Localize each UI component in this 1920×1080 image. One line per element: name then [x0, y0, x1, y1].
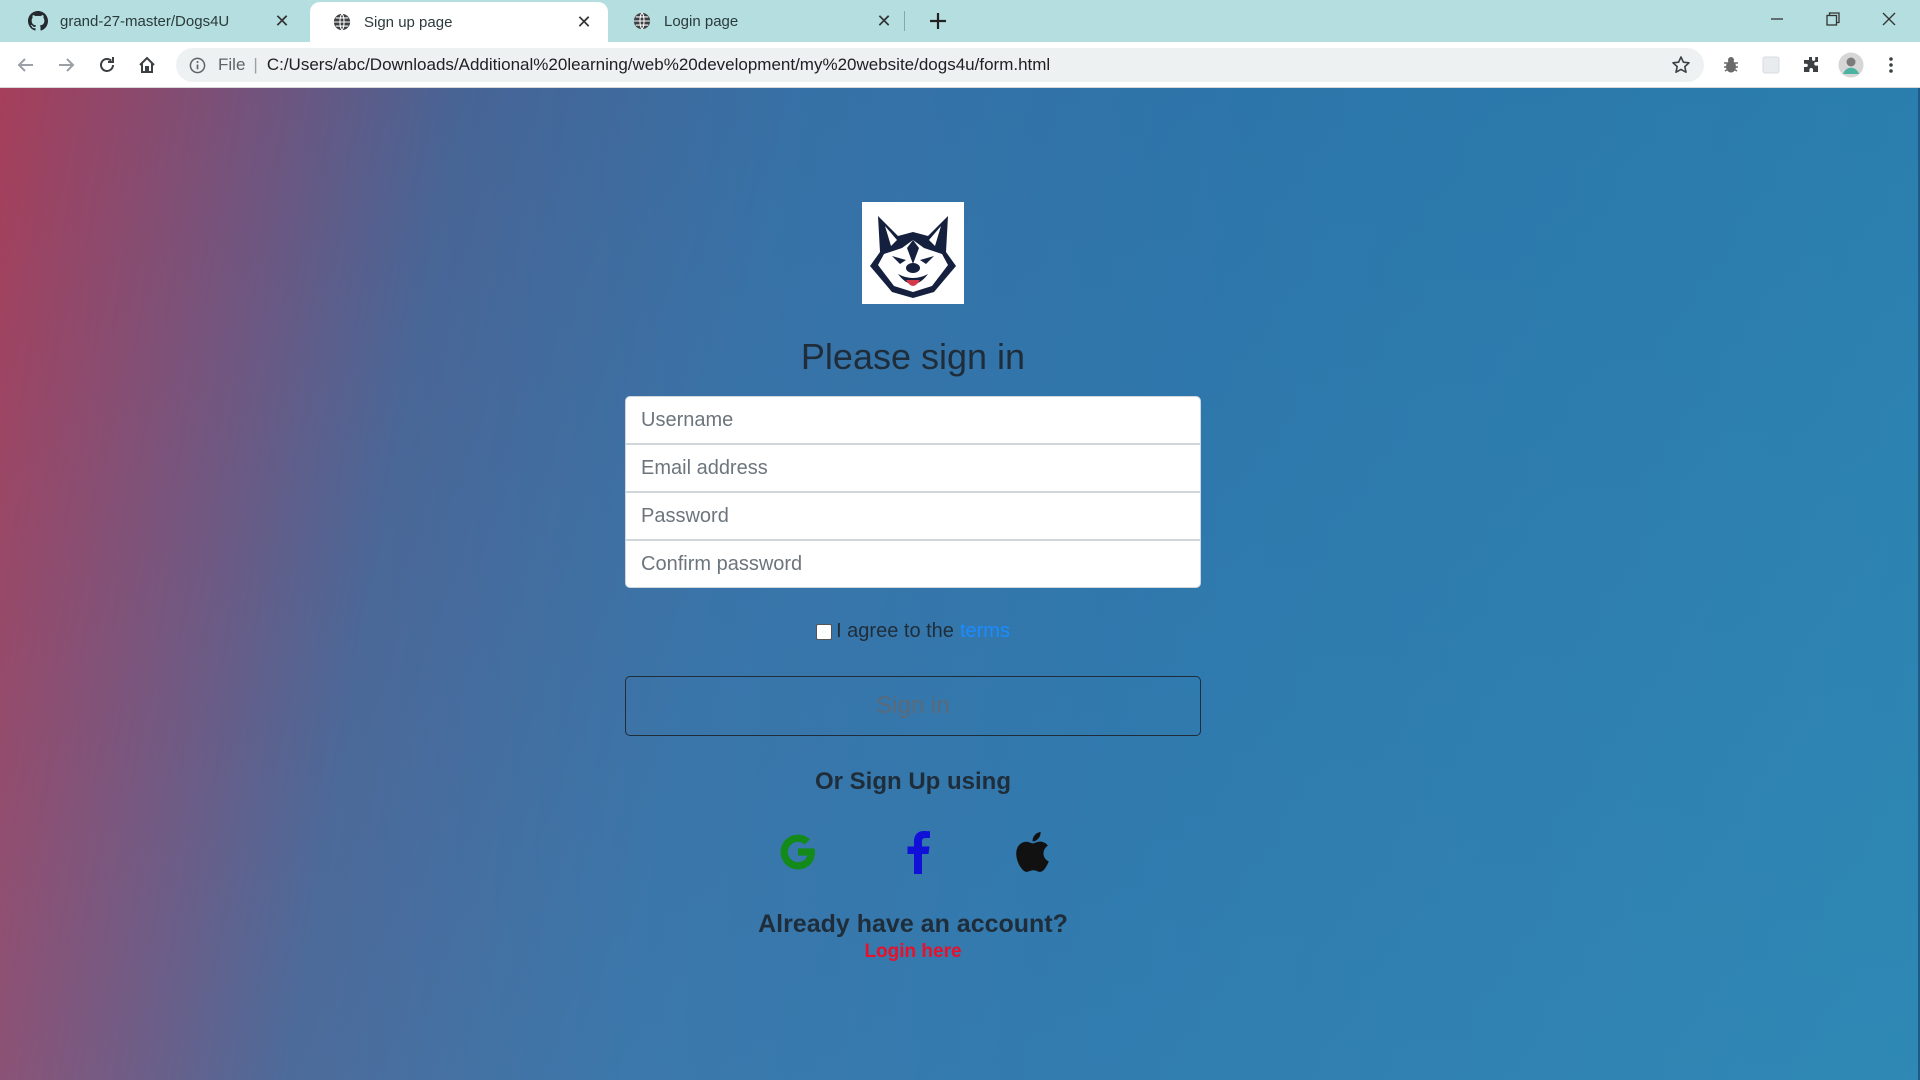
tab-sign-up[interactable]: Sign up page ✕: [310, 2, 608, 42]
reload-icon: [100, 57, 114, 72]
minimize-icon: [1771, 18, 1783, 20]
agree-label: I agree to the: [836, 620, 954, 642]
address-bar[interactable]: File | C:/Users/abc/Downloads/Additional…: [176, 48, 1704, 82]
page-title: Please sign in: [800, 336, 1026, 377]
tab-title: Sign up page: [364, 13, 453, 31]
url-divider: |: [253, 55, 258, 74]
globe-icon: [332, 12, 352, 32]
url-scheme: File: [218, 55, 246, 74]
login-link[interactable]: Login here: [0, 941, 1826, 963]
already-account-label: Already have an account?: [758, 910, 1068, 938]
info-icon[interactable]: [188, 56, 206, 74]
arrow-left-icon: [17, 58, 33, 72]
url-text[interactable]: C:/Users/abc/Downloads/Additional%20lear…: [267, 55, 1050, 75]
bug-extension-icon[interactable]: [1718, 52, 1744, 78]
google-icon[interactable]: [774, 828, 822, 876]
password-field[interactable]: [625, 492, 1201, 540]
facebook-icon[interactable]: [894, 828, 942, 876]
tab-separator: [904, 11, 905, 31]
agree-checkbox[interactable]: [816, 623, 833, 640]
reload-button[interactable]: [91, 49, 123, 81]
tab-github[interactable]: grand-27-master/Dogs4U ✕: [6, 0, 306, 42]
close-window-button[interactable]: [1860, 0, 1918, 38]
home-icon: [139, 56, 155, 73]
globe-icon: [632, 11, 652, 31]
back-button[interactable]: [10, 49, 42, 81]
new-tab-button[interactable]: [924, 7, 952, 35]
close-icon[interactable]: ✕: [574, 12, 594, 32]
restore-icon: [1826, 12, 1840, 26]
tab-strip: grand-27-master/Dogs4U ✕ Sign up page ✕ …: [0, 0, 1920, 42]
minimize-button[interactable]: [1748, 0, 1806, 38]
email-field[interactable]: [625, 444, 1201, 492]
bookmark-star-icon[interactable]: [1670, 54, 1692, 76]
terms-row: I agree to the terms: [0, 620, 1826, 643]
tab-login[interactable]: Login page ✕: [610, 0, 908, 42]
menu-kebab-icon[interactable]: [1878, 52, 1904, 78]
page-viewport: Please sign in I agree to the terms Sign…: [0, 88, 1920, 1080]
apple-icon[interactable]: [1008, 828, 1056, 876]
husky-logo: [862, 202, 964, 304]
confirm-password-field[interactable]: [625, 540, 1201, 588]
extension-placeholder-icon[interactable]: [1758, 52, 1784, 78]
close-icon[interactable]: ✕: [272, 11, 292, 31]
avatar[interactable]: [1838, 52, 1864, 78]
close-icon: [1882, 12, 1896, 26]
username-field[interactable]: [625, 396, 1201, 444]
browser-toolbar: File | C:/Users/abc/Downloads/Additional…: [0, 42, 1920, 88]
sign-in-button[interactable]: Sign in: [625, 676, 1201, 736]
close-icon[interactable]: ✕: [874, 11, 894, 31]
arrow-right-icon: [59, 58, 75, 72]
tab-title: grand-27-master/Dogs4U: [60, 12, 230, 30]
restore-button[interactable]: [1804, 0, 1862, 38]
home-button[interactable]: [131, 49, 163, 81]
or-sign-up-label: Or Sign Up using: [815, 768, 1011, 795]
tab-title: Login page: [664, 12, 739, 30]
forward-button[interactable]: [50, 49, 82, 81]
puzzle-extensions-icon[interactable]: [1798, 52, 1824, 78]
terms-link[interactable]: terms: [960, 620, 1010, 643]
signup-form: [625, 396, 1201, 588]
plus-icon: [930, 13, 946, 29]
github-icon: [28, 11, 48, 31]
